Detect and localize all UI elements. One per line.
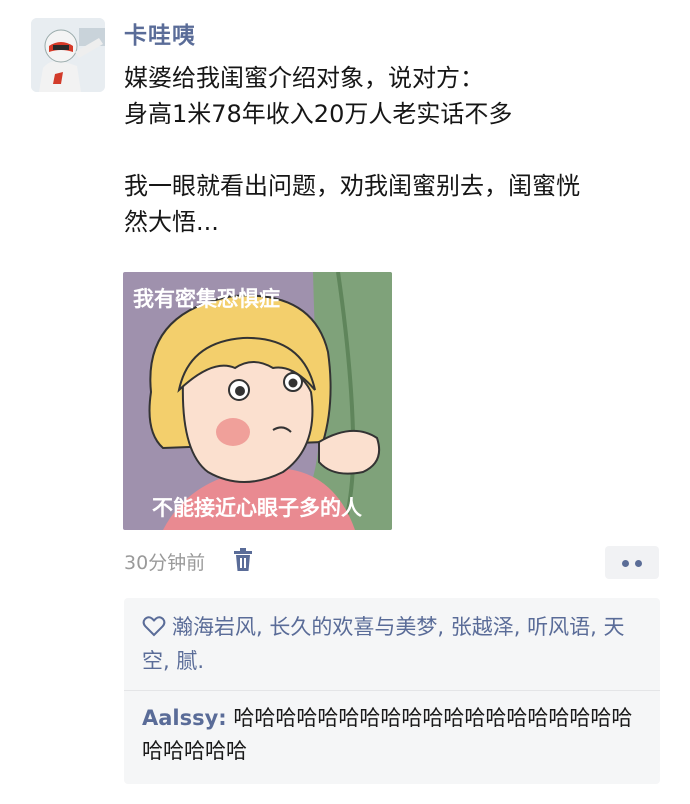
- delete-button[interactable]: [232, 548, 254, 572]
- post-line: 然大悟...: [124, 208, 219, 236]
- username[interactable]: 卡哇咦: [124, 16, 196, 50]
- post-line: 身高1米78年收入20万人老实话不多: [124, 100, 513, 128]
- more-options-button[interactable]: [605, 546, 659, 579]
- comment-item[interactable]: Aalssy: 哈哈哈哈哈哈哈哈哈哈哈哈哈哈哈哈哈哈哈哈哈哈哈哈: [142, 702, 642, 768]
- avatar-image: [31, 18, 105, 92]
- interaction-panel: 瀚海岩风, 长久的欢喜与美梦, 张越泽, 听风语, 天空, 腻. Aalssy:…: [124, 598, 660, 784]
- meme-illustration: 我有密集恐惧症 不能接近心眼子多的人: [123, 272, 392, 530]
- comment-author[interactable]: Aalssy:: [142, 706, 227, 730]
- meme-caption-top: 我有密集恐惧症: [133, 287, 280, 311]
- post-line: 媒婆给我闺蜜介绍对象，说对方：: [124, 64, 484, 92]
- avatar[interactable]: [31, 18, 105, 92]
- post-line: 我一眼就看出问题，劝我闺蜜别去，闺蜜恍: [124, 172, 580, 200]
- like-name[interactable]: 瀚海岩风: [172, 615, 256, 639]
- like-name[interactable]: 张越泽: [451, 615, 514, 639]
- divider: [124, 690, 660, 691]
- like-name[interactable]: 长久的欢喜与美梦: [269, 615, 437, 639]
- heart-icon: [142, 616, 166, 637]
- like-name[interactable]: 听风语: [527, 615, 590, 639]
- post-text: 媒婆给我闺蜜介绍对象，说对方： 身高1米78年收入20万人老实话不多 我一眼就看…: [124, 60, 664, 240]
- timestamp: 30分钟前: [124, 552, 206, 574]
- meme-caption-bottom: 不能接近心眼子多的人: [152, 496, 362, 520]
- more-dot-icon: [635, 560, 642, 567]
- likes-list: 瀚海岩风, 长久的欢喜与美梦, 张越泽, 听风语, 天空, 腻.: [142, 615, 625, 673]
- trash-icon: [234, 548, 252, 571]
- more-dot-icon: [622, 560, 629, 567]
- like-name[interactable]: 腻.: [176, 649, 204, 673]
- post-image[interactable]: 我有密集恐惧症 不能接近心眼子多的人: [123, 272, 392, 530]
